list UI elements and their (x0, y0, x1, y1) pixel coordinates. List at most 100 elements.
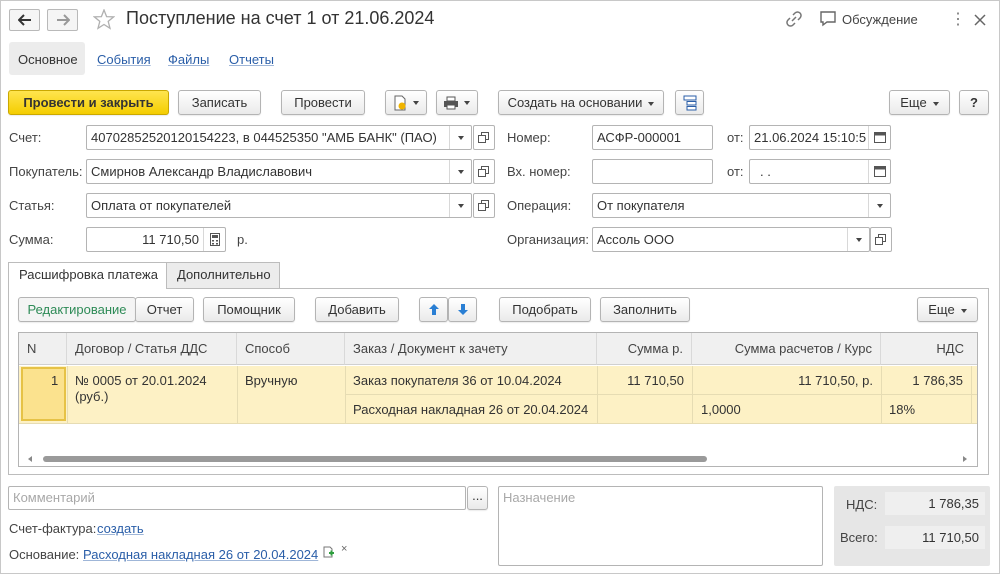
tab-additional[interactable]: Дополнительно (166, 262, 280, 288)
help-button[interactable]: ? (959, 90, 989, 115)
comment-placeholder: Комментарий (13, 490, 95, 505)
edit-mode-toggle[interactable]: Редактирование (18, 297, 136, 322)
pick-button[interactable]: Подобрать (499, 297, 591, 322)
add-row-button[interactable]: Добавить (315, 297, 399, 322)
arrow-up-icon (429, 304, 439, 315)
in-number-field[interactable] (592, 159, 713, 184)
org-dropdown[interactable] (847, 228, 869, 251)
grand-total-value: 11 710,50 (885, 526, 985, 549)
row-vat-rate: 18% (889, 402, 916, 417)
tab-main[interactable]: Основное (18, 52, 78, 67)
scroll-left-icon[interactable] (28, 456, 32, 462)
hierarchy-icon (683, 95, 697, 111)
table-more-button[interactable]: Еще (917, 297, 978, 322)
row-order: Заказ покупателя 36 от 10.04.2024 (353, 373, 562, 388)
tab-reports[interactable]: Отчеты (229, 52, 274, 67)
col-header-n[interactable]: N (19, 333, 67, 365)
row-document: Расходная накладная 26 от 20.04.2024 (353, 402, 589, 417)
row-number: 1 (51, 373, 59, 388)
window-title: Поступление на счет 1 от 21.06.2024 (126, 8, 435, 28)
clear-basis-icon[interactable]: × (341, 543, 347, 555)
col-header-contract[interactable]: Договор / Статья ДДС (67, 333, 237, 365)
currency-label: р. (237, 232, 248, 247)
create-based-on-label: Создать на основании (507, 95, 643, 110)
number-field[interactable]: АСФР-000001 (592, 125, 713, 150)
kebab-menu-icon[interactable]: ⋮ (950, 9, 966, 29)
selected-cell[interactable] (21, 367, 66, 421)
operation-field[interactable]: От покупателя (592, 193, 891, 218)
payment-table[interactable]: N Договор / Статья ДДС Способ Заказ / До… (18, 332, 978, 467)
tab-events[interactable]: События (97, 52, 151, 67)
move-up-button[interactable] (419, 297, 448, 322)
assistant-button[interactable]: Помощник (203, 297, 295, 322)
sum-value: 11 710,50 (142, 232, 199, 247)
report-mode-toggle[interactable]: Отчет (135, 297, 194, 322)
date-calendar-button[interactable] (868, 126, 890, 149)
back-button[interactable] (9, 9, 40, 31)
article-field[interactable]: Оплата от покупателей (86, 193, 472, 218)
calculator-button[interactable] (203, 228, 225, 251)
article-dropdown[interactable] (449, 194, 471, 217)
basis-link[interactable]: Расходная накладная 26 от 20.04.2024 (83, 547, 318, 562)
star-icon[interactable] (93, 9, 115, 30)
buyer-value: Смирнов Александр Владиславович (91, 164, 312, 179)
comment-field[interactable]: Комментарий (8, 486, 466, 510)
scrollbar-thumb[interactable] (43, 456, 707, 462)
in-date-field[interactable]: . . (749, 159, 891, 184)
in-date-label: от: (727, 164, 744, 179)
scroll-right-icon[interactable] (963, 456, 967, 462)
date-value: 21.06.2024 15:10:5 (754, 130, 867, 145)
org-field[interactable]: Ассоль ООО (592, 227, 870, 252)
close-icon[interactable] (974, 14, 986, 26)
attach-dropdown-button[interactable] (385, 90, 427, 115)
col-header-vat[interactable]: НДС (881, 333, 977, 365)
tab-payment-breakdown[interactable]: Расшифровка платежа (8, 262, 167, 289)
buyer-field[interactable]: Смирнов Александр Владиславович (86, 159, 472, 184)
buyer-dropdown[interactable] (449, 160, 471, 183)
buyer-open-button[interactable] (473, 159, 495, 184)
horizontal-scrollbar[interactable] (19, 452, 977, 466)
operation-label: Операция: (507, 198, 572, 213)
document-add-icon[interactable] (323, 546, 335, 558)
article-value: Оплата от покупателей (91, 198, 232, 213)
more-button[interactable]: Еще (889, 90, 950, 115)
post-and-close-button[interactable]: Провести и закрыть (8, 90, 169, 115)
purpose-field[interactable]: Назначение (498, 486, 823, 566)
org-open-button[interactable] (870, 227, 892, 252)
col-header-settlement[interactable]: Сумма расчетов / Курс (692, 333, 881, 365)
operation-dropdown[interactable] (868, 194, 890, 217)
sum-field[interactable]: 11 710,50 (86, 227, 226, 252)
print-dropdown-button[interactable] (436, 90, 478, 115)
account-open-button[interactable] (473, 125, 495, 150)
account-value: 40702852520120154223, в 044525350 "АМБ Б… (91, 130, 437, 145)
article-open-button[interactable] (473, 193, 495, 218)
col-header-sum[interactable]: Сумма р. (597, 333, 692, 365)
date-field[interactable]: 21.06.2024 15:10:5 (749, 125, 891, 150)
structure-button[interactable] (675, 90, 704, 115)
post-button[interactable]: Провести (281, 90, 365, 115)
arrow-right-icon (57, 14, 70, 26)
create-based-on-button[interactable]: Создать на основании (498, 90, 664, 115)
discussion-label[interactable]: Обсуждение (842, 12, 918, 27)
col-header-order[interactable]: Заказ / Документ к зачету (345, 333, 597, 365)
arrow-left-icon (18, 14, 31, 26)
col-header-method[interactable]: Способ (237, 333, 345, 365)
number-label: Номер: (507, 130, 551, 145)
invoice-create-link[interactable]: создать (97, 521, 144, 536)
link-icon[interactable] (785, 10, 803, 28)
calculator-icon (210, 233, 220, 246)
in-date-calendar-button[interactable] (868, 160, 890, 183)
calendar-icon (874, 166, 886, 177)
fill-button[interactable]: Заполнить (600, 297, 690, 322)
operation-value: От покупателя (597, 198, 685, 213)
forward-button[interactable] (47, 9, 78, 31)
account-dropdown[interactable] (449, 126, 471, 149)
date-label: от: (727, 130, 744, 145)
account-field[interactable]: 40702852520120154223, в 044525350 "АМБ Б… (86, 125, 472, 150)
move-down-button[interactable] (448, 297, 477, 322)
sum-label: Сумма: (9, 232, 54, 247)
tab-files[interactable]: Файлы (168, 52, 209, 67)
discussion-icon[interactable] (819, 10, 837, 28)
save-button[interactable]: Записать (178, 90, 261, 115)
comment-expand-button[interactable]: ... (467, 486, 488, 510)
